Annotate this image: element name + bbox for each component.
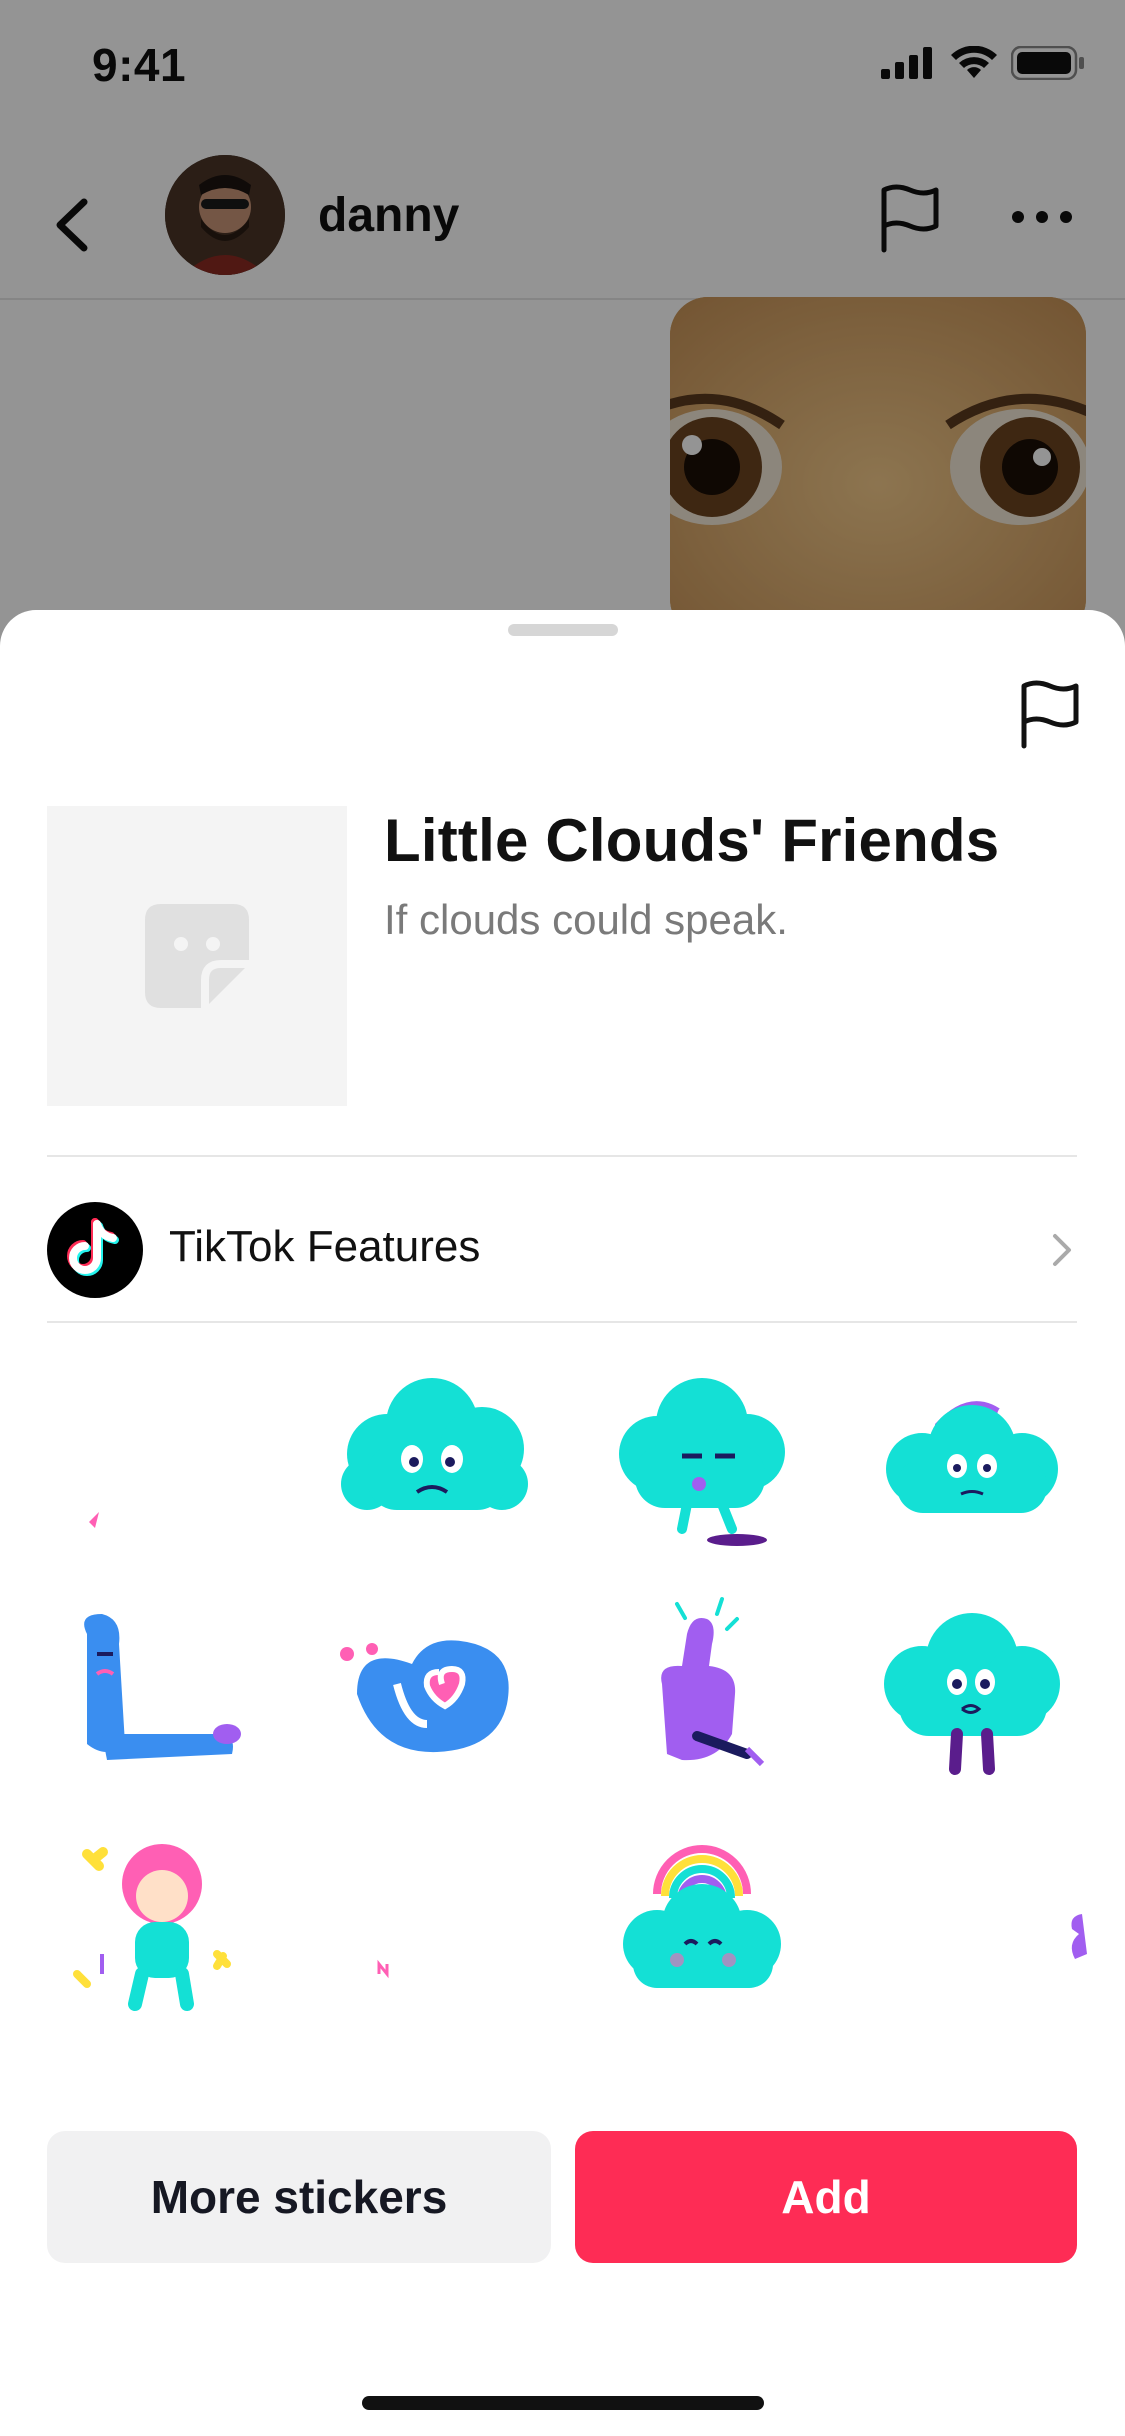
sheet-grabber[interactable] [508, 624, 618, 636]
sticker-9[interactable] [47, 1804, 277, 2034]
chevron-right-icon [1053, 1234, 1071, 1266]
sticker-pack-sheet: Little Clouds' Friends If clouds could s… [0, 610, 1125, 2436]
divider [47, 1155, 1077, 1157]
sticker-3[interactable] [587, 1344, 817, 1574]
sticker-7[interactable] [587, 1574, 817, 1804]
sticker-5[interactable] [47, 1574, 277, 1804]
pack-title: Little Clouds' Friends [384, 807, 1000, 874]
sticker-10[interactable] [317, 1804, 547, 2034]
divider [47, 1321, 1077, 1323]
home-indicator [362, 2396, 764, 2410]
tiktok-features-row[interactable]: TikTok Features [47, 1190, 1077, 1308]
more-stickers-button[interactable]: More stickers [47, 2131, 551, 2263]
tiktok-features-label: TikTok Features [169, 1222, 481, 1271]
sticker-1[interactable] [47, 1344, 277, 1574]
sticker-11[interactable] [587, 1804, 817, 2034]
sticker-12[interactable] [857, 1804, 1087, 2034]
sticker-6[interactable] [317, 1574, 547, 1804]
pack-thumbnail [47, 806, 347, 1106]
sticker-8[interactable] [857, 1574, 1087, 1804]
sticker-2[interactable] [317, 1344, 547, 1574]
tiktok-logo-icon [47, 1202, 143, 1298]
report-flag-icon[interactable] [1018, 680, 1082, 750]
sticker-4[interactable] [857, 1344, 1087, 1574]
sticker-placeholder-icon [145, 904, 249, 1008]
add-button[interactable]: Add [575, 2131, 1077, 2263]
pack-subtitle: If clouds could speak. [384, 896, 788, 943]
stickers-grid [47, 1344, 1087, 2011]
